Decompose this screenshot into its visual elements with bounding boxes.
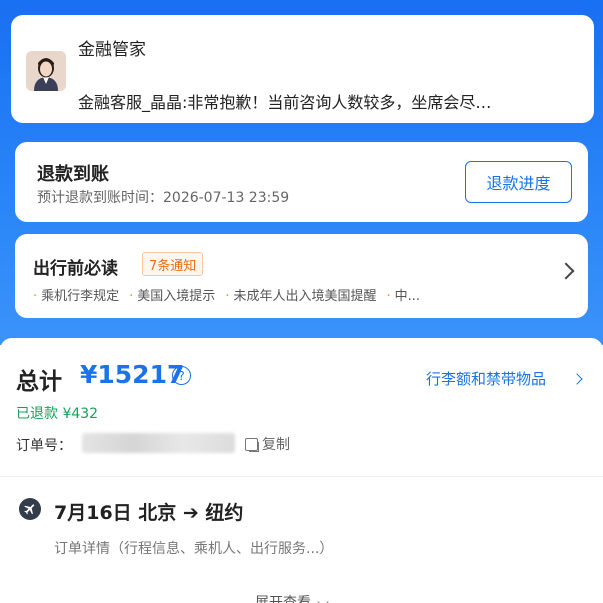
airplane-icon xyxy=(19,498,41,520)
order-details-summary[interactable]: 订单详情（行程信息、乘机人、出行服务...） xyxy=(54,538,333,558)
expand-button[interactable]: 展开查看 xyxy=(255,592,329,603)
notice-item[interactable]: · 美国入境提示 xyxy=(129,285,215,304)
total-label: 总计 xyxy=(16,369,62,395)
order-number-label: 订单号： xyxy=(16,438,72,454)
divider xyxy=(0,476,603,477)
travel-notice-card[interactable]: 出行前必读 7条通知 · 乘机行李规定 · 美国入境提示 · 未成年人出入境美国提醒 … xyxy=(15,234,588,318)
notice-item[interactable]: · 未成年人出入境美国提醒 xyxy=(225,285,376,304)
order-panel: 总计 ¥15217 ? 行李额和禁带物品 已退款 ¥432 订单号： 复制 7月… xyxy=(0,338,603,603)
refund-estimated-time: 预计退款到账时间：2026-07-13 23:59 xyxy=(37,190,290,206)
flight-route: 7月16日 北京 ➔ 纽约 xyxy=(54,502,244,524)
chat-notification[interactable]: 金融管家 金融客服_晶晶:非常抱歉！当前咨询人数较多，坐席会尽… xyxy=(11,15,594,123)
refund-title: 退款到账 xyxy=(37,164,109,185)
order-number-masked xyxy=(82,433,235,453)
notice-items: · 乘机行李规定 · 美国入境提示 · 未成年人出入境美国提醒 · 中... xyxy=(33,285,533,304)
copy-label: 复制 xyxy=(262,437,290,453)
copy-icon xyxy=(245,437,259,452)
notice-item[interactable]: · 乘机行李规定 xyxy=(33,285,119,304)
chevron-right-icon[interactable] xyxy=(557,262,575,280)
avatar xyxy=(26,51,66,91)
notification-title: 金融管家 xyxy=(78,40,146,60)
refund-card: 退款到账 预计退款到账时间：2026-07-13 23:59 退款进度 xyxy=(15,142,588,222)
help-icon[interactable]: ? xyxy=(172,366,191,385)
notice-count-badge: 7条通知 xyxy=(142,252,204,276)
travel-notice-title: 出行前必读 xyxy=(33,259,118,279)
expand-label: 展开查看 xyxy=(255,595,311,603)
total-amount: ¥15217 xyxy=(80,360,185,389)
copy-button[interactable]: 复制 xyxy=(245,434,290,454)
chevron-right-icon[interactable] xyxy=(571,373,583,385)
refunded-amount: 已退款 ¥432 xyxy=(16,406,99,422)
chevron-down-icon xyxy=(317,596,329,603)
notification-message: 金融客服_晶晶:非常抱歉！当前咨询人数较多，坐席会尽… xyxy=(78,93,492,112)
luggage-link[interactable]: 行李额和禁带物品 xyxy=(426,368,546,389)
refund-progress-button[interactable]: 退款进度 xyxy=(465,161,572,203)
notice-item[interactable]: · 中... xyxy=(386,285,420,304)
